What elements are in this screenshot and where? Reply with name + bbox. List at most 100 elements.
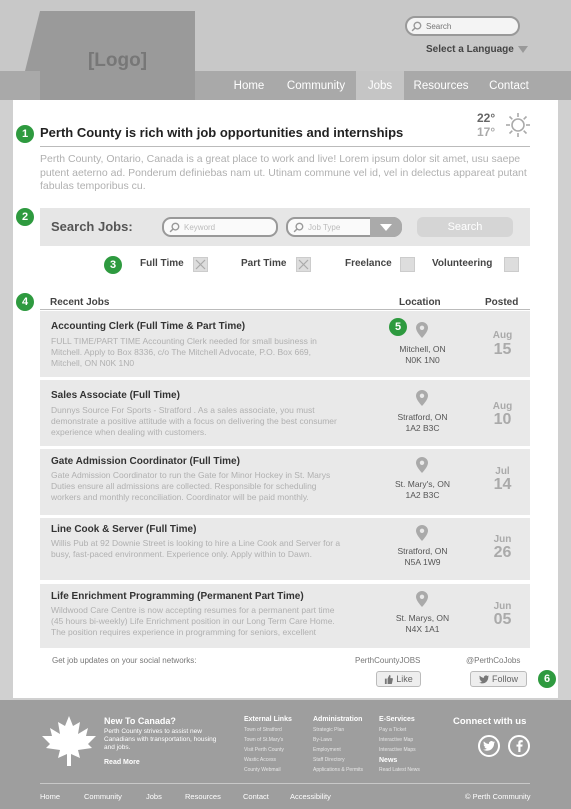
footer-nav-home[interactable]: Home [40, 792, 60, 801]
search-button[interactable]: Search [417, 217, 513, 237]
footer-nav-accessibility[interactable]: Accessibility [290, 792, 331, 801]
divider [40, 146, 530, 147]
footer-link[interactable]: Applications & Permits [313, 765, 363, 775]
checked-icon [195, 259, 206, 270]
facebook-like-button[interactable]: Like [376, 671, 421, 687]
part-time-checkbox[interactable] [296, 257, 311, 272]
page-title: Perth County is rich with job opportunit… [40, 125, 404, 140]
job-city: Stratford, ON [397, 546, 448, 556]
job-row[interactable]: Life Enrichment Programming (Permanent P… [40, 584, 530, 648]
job-description: Willis Pub at 92 Downie Street is lookin… [51, 538, 341, 559]
footer-nav-resources[interactable]: Resources [185, 792, 221, 801]
footer-link[interactable]: Employment [313, 745, 341, 755]
footer-link[interactable]: Interactive Maps [379, 745, 416, 755]
job-title[interactable]: Sales Associate (Full Time) [51, 390, 180, 401]
footer-nav-community[interactable]: Community [84, 792, 122, 801]
volunteering-checkbox[interactable] [504, 257, 519, 272]
footer-column-title: E-Services [379, 716, 415, 723]
map-pin-icon [416, 525, 428, 541]
job-title[interactable]: Life Enrichment Programming (Permanent P… [51, 591, 304, 602]
weather-widget: 22° 17° [477, 111, 495, 139]
social-prompt: Get job updates on your social networks: [52, 656, 197, 665]
job-city: St. Marys, ON [395, 613, 450, 623]
footer-link[interactable]: Read Latest News [379, 765, 420, 775]
nav-home[interactable]: Home [222, 71, 276, 100]
footer-link[interactable]: Town of Stratford [244, 725, 282, 735]
checked-icon [298, 259, 309, 270]
footer-nav-jobs[interactable]: Jobs [146, 792, 162, 801]
site-search[interactable] [405, 16, 520, 36]
footer-link[interactable]: Strategic Plan [313, 725, 344, 735]
annotation-marker-4: 4 [16, 293, 34, 311]
job-type-select[interactable]: Job Type [286, 217, 402, 237]
job-row[interactable]: Accounting Clerk (Full Time & Part Time)… [40, 311, 530, 377]
footer-link[interactable]: Staff Directory [313, 755, 345, 765]
like-label: Like [396, 674, 413, 684]
nav-community[interactable]: Community [276, 71, 356, 100]
nav-contact[interactable]: Contact [478, 71, 540, 100]
footer-link[interactable]: Interactive Map [379, 735, 413, 745]
weather-low: 17° [477, 125, 496, 139]
logo[interactable]: [Logo] [40, 11, 195, 111]
job-location: St. Mary's, ON 1A2 B3C [380, 479, 465, 501]
divider [40, 309, 530, 310]
job-postal: N0K 1N0 [405, 355, 440, 365]
posted-header: Posted [485, 297, 519, 308]
logo-flap [25, 11, 40, 71]
map-pin-icon [416, 457, 428, 473]
job-location: Mitchell, ON N0K 1N0 [380, 344, 465, 366]
search-icon [169, 222, 180, 232]
keyword-input[interactable]: Keyword [162, 217, 278, 237]
footer-link[interactable]: County Webmail [244, 765, 281, 775]
job-description: Dunnys Source For Sports - Stratford . A… [51, 405, 337, 437]
posted-month: Aug [492, 330, 513, 341]
footer-column-title: External Links [244, 716, 292, 723]
annotation-marker-2: 2 [16, 208, 34, 226]
filter-label-volunteering: Volunteering [432, 258, 493, 269]
footer-link[interactable]: Wastic Access [244, 755, 276, 765]
footer-nav-contact[interactable]: Contact [243, 792, 269, 801]
job-title[interactable]: Accounting Clerk (Full Time & Part Time) [51, 321, 245, 332]
job-row[interactable]: Line Cook & Server (Full Time) Willis Pu… [40, 518, 530, 580]
twitter-account-name: @PerthCoJobs [466, 656, 521, 665]
job-row[interactable]: Gate Admission Coordinator (Full Time) G… [40, 449, 530, 515]
annotation-marker-6: 6 [538, 670, 556, 688]
footer-column-title: Administration [313, 716, 363, 723]
search-label: Search Jobs: [51, 219, 133, 234]
nav-resources[interactable]: Resources [404, 71, 478, 100]
facebook-icon [516, 740, 523, 752]
weather-high: 22° [477, 111, 496, 125]
job-location: St. Marys, ON N4X 1A1 [380, 613, 465, 635]
filter-label-part-time: Part Time [241, 258, 287, 269]
thumbs-up-icon [385, 674, 394, 684]
site-search-input[interactable] [426, 21, 516, 31]
facebook-account-name: PerthCountyJOBS [355, 656, 421, 665]
twitter-follow-button[interactable]: Follow [470, 671, 527, 687]
freelance-checkbox[interactable] [400, 257, 415, 272]
language-selector[interactable]: Select a Language [426, 44, 528, 55]
newcomer-title: New To Canada? [104, 716, 176, 726]
facebook-footer-button[interactable] [508, 735, 530, 757]
newcomer-text: Perth County strives to assist new Canad… [104, 728, 217, 751]
nav-jobs[interactable]: Jobs [356, 71, 404, 100]
intro-text: Perth County, Ontario, Canada is a great… [40, 153, 527, 192]
chevron-down-icon [380, 223, 392, 231]
job-title[interactable]: Line Cook & Server (Full Time) [51, 524, 196, 535]
chevron-down-icon [517, 46, 528, 53]
footer-link[interactable]: Pay a Ticket [379, 725, 406, 735]
job-type-placeholder: Job Type [308, 222, 341, 232]
job-postal: 1A2 B3C [405, 490, 440, 500]
footer-link[interactable]: By-Laws [313, 735, 332, 745]
read-more-link[interactable]: Read More [104, 759, 140, 766]
footer-link[interactable]: Visit Perth County [244, 745, 284, 755]
dropdown-toggle[interactable] [370, 217, 402, 237]
map-pin-icon [416, 322, 428, 338]
footer-link[interactable]: Town of St.Mary's [244, 735, 283, 745]
twitter-footer-button[interactable] [478, 735, 500, 757]
full-time-checkbox[interactable] [193, 257, 208, 272]
job-row[interactable]: Sales Associate (Full Time) Dunnys Sourc… [40, 380, 530, 446]
job-title[interactable]: Gate Admission Coordinator (Full Time) [51, 456, 240, 467]
filter-label-freelance: Freelance [345, 258, 392, 269]
map-pin-icon [416, 591, 428, 607]
maple-leaf-icon [42, 716, 96, 766]
